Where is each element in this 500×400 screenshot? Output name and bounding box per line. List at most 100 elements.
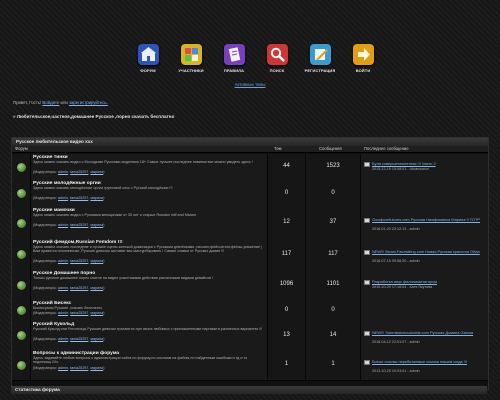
login-link[interactable]: Войдите (42, 100, 59, 105)
search-icon (266, 44, 288, 65)
forum-moderators: (Модераторы: admin, tania25297, марина) (33, 195, 105, 200)
forum-icon-cell (12, 321, 31, 350)
login-icon (352, 44, 374, 65)
topics-cell: 1096 (268, 270, 306, 300)
forum-description: Здесь можно скачать видео с Русскими жен… (33, 213, 197, 217)
nav-forum[interactable]: ФОРУМ (131, 41, 165, 73)
moderator-link[interactable]: tania25297 (70, 311, 88, 315)
forum-section: Русское любительское видео xxx Форум Тем… (11, 137, 489, 390)
moderator-link[interactable]: марина (90, 311, 103, 315)
moderator-link[interactable]: марина (90, 170, 103, 174)
moderator-link[interactable]: admin (58, 170, 68, 174)
moderator-link[interactable]: tania25297 (70, 286, 88, 290)
posts-count: 1523 (326, 163, 340, 169)
moderator-link[interactable]: tania25297 (70, 337, 88, 341)
register-icon (309, 44, 331, 65)
posts-cell: 1523 (306, 154, 361, 180)
topics-count: 117 (281, 250, 292, 257)
last-post-title[interactable]: NEW!!! Brutal-Facesitting.com Новая Русс… (372, 249, 486, 254)
nav-register[interactable]: РЕГИСТРАЦИЯ (303, 41, 337, 73)
posts-cell: 37 (306, 207, 361, 239)
last-post-title[interactable]: Битые ссылки перебитаемые ссылки пишем с… (372, 359, 486, 364)
forum-status-icon (17, 306, 26, 315)
forum-row: Русский Кукольд Русский Куколд или Рогоно… (12, 321, 488, 351)
forum-moderators: (Модераторы: admin, tania25297, марина) (33, 365, 105, 370)
moderator-link[interactable]: tania25297 (70, 196, 88, 200)
nav-rules[interactable]: ПРАВИЛА (217, 41, 251, 73)
moderators-label: (Модераторы: (33, 258, 57, 263)
forum-icon-cell (12, 239, 31, 270)
moderator-link[interactable]: admin (58, 223, 68, 227)
forum-row: Русский фемдом,Russian Femdom !!! Здесь м… (12, 239, 488, 271)
moderator-link[interactable]: admin (58, 259, 68, 263)
welcome-text: Привет, Гость! Войдите или зарегистрируй… (13, 100, 108, 105)
moderator-link[interactable]: tania25297 (70, 259, 88, 263)
members-icon (180, 44, 202, 65)
last-post-title[interactable]: Goodpornfutures.com Русская Нимфоманка М… (372, 217, 486, 222)
topics-cell: 44 (268, 154, 306, 180)
last-post-icon (364, 330, 370, 336)
nav-search[interactable]: ПОИСК (260, 41, 294, 73)
section-title[interactable]: Русское любительское видео xxx (12, 138, 488, 146)
topics-count: 0 (284, 189, 289, 196)
last-post-cell: Була совершеннолетняя !!! Часть 2 2015-12… (361, 154, 488, 180)
topics-count: 12 (283, 219, 290, 225)
posts-count: 1101 (326, 281, 340, 287)
moderator-link[interactable]: admin (58, 337, 68, 341)
moderator-link[interactable]: admin (58, 286, 68, 290)
moderator-link[interactable]: марина (90, 196, 103, 200)
last-post-cell: Битые ссылки перебитаемые ссылки пишем с… (361, 350, 488, 380)
posts-cell: 1 (306, 350, 361, 380)
moderator-link[interactable]: admin (58, 366, 68, 370)
moderators-label: (Модераторы: (33, 222, 57, 227)
last-post-cell (361, 180, 488, 207)
forum-icon-cell (12, 180, 31, 207)
active-topics-link[interactable]: Активные темы (11, 82, 489, 87)
moderator-link[interactable]: admin (58, 311, 68, 315)
forum-status-icon (17, 189, 26, 198)
posts-count: 0 (331, 189, 335, 196)
forum-info: Вопросы к администрации форума Здесь зада… (31, 350, 268, 380)
moderator-link[interactable]: tania25297 (70, 170, 88, 174)
moderators-label: (Модераторы: (33, 336, 57, 341)
forum-info: Русские тинки Здесь можно скачать видео с… (31, 154, 268, 180)
col-posts: Сообщения (319, 146, 342, 151)
last-post-meta: 2015-12-19 15:08:03 - Ukransonizi (372, 167, 429, 171)
forum-row: Русский Бисекс Бисексуалы Русские ,скачат… (12, 300, 488, 322)
forum-moderators: (Модераторы: admin, tania25297, марина) (33, 336, 105, 341)
moderator-link[interactable]: марина (90, 366, 103, 370)
welcome-or: или (60, 100, 68, 105)
forum-status-icon (17, 218, 26, 228)
forum-description: Здесь можно скачать последние и лучшие с… (33, 245, 263, 254)
posts-cell: 14 (306, 321, 361, 350)
forum-moderators: (Модераторы: admin, tania25297, марина) (33, 311, 105, 316)
forum-description: Здесь можно скачать молодёжные оргии гру… (33, 186, 173, 190)
posts-count: 117 (328, 250, 338, 257)
moderators-label: (Модераторы: (33, 311, 57, 316)
register-link[interactable]: зарегистрируйтесь. (69, 100, 108, 105)
topics-count: 0 (284, 306, 289, 313)
topics-count: 1096 (279, 281, 294, 287)
forum-info: Русское Домашнее порно Только русское дом… (31, 270, 268, 300)
forum-description: Русский Куколд или Рогоносцы Русские дев… (33, 327, 263, 331)
moderator-link[interactable]: марина (90, 286, 103, 290)
forum-description: Здесь задавайте любые вопросы к админист… (33, 356, 248, 365)
moderator-link[interactable]: tania25297 (70, 366, 88, 370)
nav-login[interactable]: ВОЙТИ (346, 41, 380, 73)
last-post-title[interactable]: NEW!!! Submissivecuckolds.com Русская До… (372, 330, 486, 335)
breadcrumb-link[interactable]: » Любительское,частное,домашнее Русское … (13, 114, 174, 119)
last-post-cell: NEW!!! Submissivecuckolds.com Русская До… (361, 321, 488, 350)
moderator-link[interactable]: марина (90, 337, 103, 341)
rules-icon (223, 44, 245, 65)
top-navigation: ФОРУМ УЧАСТНИКИ ПРАВИЛА ПОИСК РЕГИСТРАЦИ… (11, 41, 489, 81)
last-post-title[interactable]: Була совершеннолетняя !!! Часть 2 (372, 161, 486, 166)
forum-moderators: (Модераторы: admin, tania25297, марина) (33, 258, 105, 263)
moderator-link[interactable]: марина (90, 259, 103, 263)
moderator-link[interactable]: марина (90, 223, 103, 227)
moderator-link[interactable]: admin (58, 196, 68, 200)
nav-members[interactable]: УЧАСТНИКИ (174, 41, 208, 73)
moderator-link[interactable]: tania25297 (70, 223, 88, 227)
posts-cell: 117 (306, 239, 361, 270)
last-post-cell: Разработка анус фаллоимитатором 2015-10-2… (361, 270, 488, 300)
last-post-title[interactable]: Разработка анус фаллоимитатором (372, 279, 486, 284)
